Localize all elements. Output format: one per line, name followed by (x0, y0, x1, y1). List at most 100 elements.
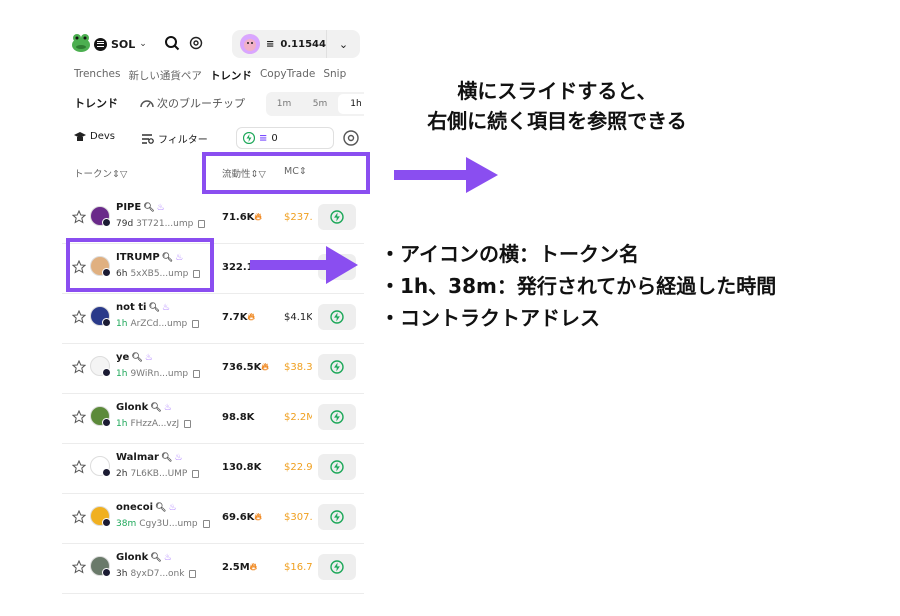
tab-snip[interactable]: Snip (323, 68, 346, 84)
token-name[interactable]: Walmar (116, 452, 159, 463)
table-row[interactable]: ye 🔍︎ ♨ 1h 9WiRn...ump 736.5K🔥︎ $38.3 (62, 344, 364, 394)
search-icon[interactable]: 🔍︎ (150, 553, 161, 563)
token-age: 1h (116, 419, 128, 429)
chain-selector[interactable]: SOL ⌄ (94, 33, 147, 55)
wallet-dropdown[interactable]: ⌄ (326, 30, 360, 58)
wallet-button[interactable]: ≡ 0.11544 ⌄ (232, 30, 360, 58)
token-name[interactable]: not ti (116, 302, 146, 313)
search-icon[interactable]: 🔍︎ (150, 403, 161, 413)
subtab-blue-chip[interactable]: 次のブルーチップ (140, 95, 245, 111)
copy-icon[interactable] (189, 570, 197, 578)
quick-buy-amount-input[interactable]: ≡ 0 (236, 127, 334, 149)
token-meta: 1h 9WiRn...ump (116, 369, 201, 379)
token-meta: 1h ArZCd...ump (116, 319, 200, 329)
annotation-item: ・アイコンの横：トークン名 (380, 242, 639, 266)
table-row[interactable]: onecoi 🔍︎ ♨ 38m Cgy3U...ump 69.6K🔥︎ $307… (62, 494, 364, 544)
market-cap-value: $16.7 (284, 562, 312, 573)
copy-icon[interactable] (192, 470, 200, 478)
table-row[interactable]: PIPE 🔍︎ ♨ 79d 3T721...ump 71.6K🔥︎ $237.2 (62, 194, 364, 244)
token-meta: 2h 7L6KB...UMP (116, 469, 200, 479)
token-meta: 38m Cgy3U...ump (116, 519, 210, 529)
time-1m[interactable]: 1m (266, 99, 302, 109)
annotation-list: ・アイコンの横：トークン名 ・1h、38m：発行されてから経過した時間 ・コント… (380, 238, 776, 334)
token-age: 1h (116, 369, 128, 379)
star-icon[interactable] (72, 210, 86, 224)
token-name[interactable]: Glonk (116, 402, 148, 413)
gear-icon[interactable] (342, 129, 360, 147)
highlight-box-columns (202, 152, 370, 194)
token-name[interactable]: PIPE (116, 202, 141, 213)
subtab-trend[interactable]: トレンド (74, 95, 118, 111)
fire-icon: 🔥︎ (254, 512, 262, 523)
quick-buy-button[interactable] (318, 304, 356, 330)
quick-buy-button[interactable] (318, 404, 356, 430)
platform-badge (102, 418, 111, 427)
token-name[interactable]: Glonk (116, 552, 148, 563)
table-row[interactable]: Glonk 🔍︎ ♨ 3h 8yxD7...onk 2.5M🔥︎ $16.7 (62, 544, 364, 594)
liquidity-value: 130.8K (222, 462, 261, 473)
lightning-icon (330, 560, 344, 574)
table-row[interactable]: Glonk 🔍︎ ♨ 1h FHzzA...vzJ 98.8K $2.2M (62, 394, 364, 444)
settings-button[interactable] (186, 33, 206, 53)
quick-buy-button[interactable] (318, 354, 356, 380)
chevron-down-icon: ⌄ (338, 37, 349, 51)
arrow-right-icon (250, 246, 358, 284)
token-avatar (90, 506, 111, 527)
copy-icon[interactable] (202, 520, 210, 528)
token-age: 79d (116, 219, 134, 229)
token-name[interactable]: ye (116, 352, 129, 363)
search-icon[interactable]: 🔍︎ (155, 503, 166, 513)
gauge-icon (140, 99, 154, 107)
token-meta: 3h 8yxD7...onk (116, 569, 197, 579)
star-icon[interactable] (72, 510, 86, 524)
filter-button[interactable]: フィルター (142, 131, 208, 146)
fire-icon: 🔥︎ (254, 212, 262, 223)
token-avatar (90, 456, 111, 477)
copy-icon[interactable] (184, 420, 192, 428)
liquidity-amount: 69.6K (222, 512, 255, 523)
table-row[interactable]: Walmar 🔍︎ ♨ 2h 7L6KB...UMP 130.8K $22.9 (62, 444, 364, 494)
tab-copytrade[interactable]: CopyTrade (260, 68, 315, 84)
quick-buy-button[interactable] (318, 554, 356, 580)
copy-icon[interactable] (198, 220, 206, 228)
star-icon[interactable] (72, 410, 86, 424)
gear-icon (189, 36, 203, 50)
column-token[interactable]: トークン⇕▽ (74, 166, 127, 180)
tab-trend[interactable]: トレンド (210, 68, 252, 84)
star-icon[interactable] (72, 560, 86, 574)
star-icon[interactable] (72, 310, 86, 324)
quick-buy-button[interactable] (318, 204, 356, 230)
contract-address: 8yxD7...onk (130, 569, 185, 579)
frog-logo-icon[interactable] (70, 32, 92, 54)
filter-label: フィルター (158, 135, 208, 146)
wallet-avatar (240, 34, 260, 54)
app-panel: SOL ⌄ ≡ 0.11544 ⌄ Trenches 新しい通貨ペア トレンド … (62, 22, 364, 612)
search-icon[interactable]: 🔍︎ (148, 303, 159, 313)
table-row[interactable]: not ti 🔍︎ ♨ 1h ArZCd...ump 7.7K🔥︎ $4.1K (62, 294, 364, 344)
time-1h[interactable]: 1h (338, 94, 364, 114)
token-name-line: not ti 🔍︎ ♨ (116, 302, 170, 313)
copy-icon[interactable] (193, 370, 201, 378)
liquidity-value: 7.7K🔥︎ (222, 312, 255, 323)
highlight-box-token (66, 238, 214, 292)
search-icon[interactable]: 🔍︎ (131, 353, 142, 363)
copy-icon[interactable] (192, 320, 200, 328)
time-5m[interactable]: 5m (302, 99, 338, 109)
search-icon[interactable]: 🔍︎ (143, 203, 154, 213)
search-icon[interactable]: 🔍︎ (161, 453, 172, 463)
lightning-icon (330, 410, 344, 424)
contract-address: 3T721...ump (136, 219, 194, 229)
quick-buy-button[interactable] (318, 504, 356, 530)
star-icon[interactable] (72, 360, 86, 374)
devs-filter[interactable]: Devs (74, 131, 115, 142)
lightning-icon (330, 210, 344, 224)
star-icon[interactable] (72, 460, 86, 474)
tab-new-pairs[interactable]: 新しい通貨ペア (128, 68, 202, 84)
fire-icon: 🔥︎ (249, 562, 258, 573)
liquidity-amount: 71.6K (222, 212, 255, 223)
tab-trenches[interactable]: Trenches (74, 68, 120, 84)
token-name[interactable]: onecoi (116, 502, 153, 513)
quick-buy-button[interactable] (318, 454, 356, 480)
market-cap-value: $38.3 (284, 362, 312, 373)
search-button[interactable] (162, 33, 182, 53)
